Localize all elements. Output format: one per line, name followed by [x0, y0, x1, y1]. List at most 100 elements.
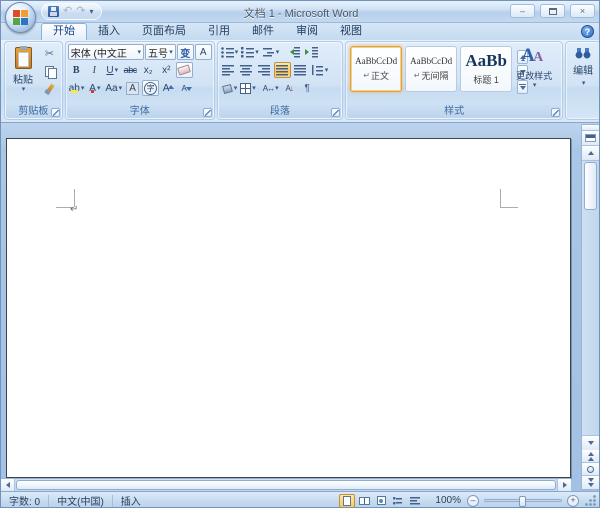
bullets-button[interactable]: ▾ [220, 44, 240, 60]
close-button[interactable]: × [570, 4, 595, 18]
font-size-value: 五号 [148, 48, 168, 60]
align-right-button[interactable] [256, 62, 273, 78]
vertical-scroll-thumb[interactable] [584, 162, 597, 210]
shrink-font-button[interactable]: A [178, 80, 195, 96]
style-card-heading1[interactable]: AaBb 标题 1 [460, 46, 513, 92]
tab-mailings[interactable]: 邮件 [241, 23, 285, 40]
word-count-indicator[interactable]: 字数: 0 [1, 492, 48, 507]
underline-button[interactable]: U ▾ [104, 62, 121, 78]
paragraph-dialog-launcher[interactable] [331, 108, 341, 117]
decrease-indent-button[interactable] [285, 44, 302, 60]
increase-indent-button[interactable] [303, 44, 320, 60]
horizontal-scroll-thumb[interactable] [16, 480, 556, 490]
align-left-button[interactable] [220, 62, 237, 78]
zoom-level[interactable]: 100% [435, 495, 461, 506]
strikethrough-button[interactable]: abc [122, 62, 139, 78]
zoom-in-button[interactable]: + [567, 494, 579, 507]
styles-dialog-launcher[interactable] [551, 108, 561, 117]
ruler-toggle-button[interactable] [582, 131, 599, 146]
grow-font-button[interactable]: A [160, 80, 177, 96]
character-border-button[interactable]: A [194, 44, 212, 60]
borders-button[interactable]: ▾ [239, 80, 257, 96]
sort-button[interactable]: A↓ [281, 80, 298, 96]
asian-layout-button[interactable]: A↔ ▾ [262, 80, 280, 96]
enclose-characters-button[interactable]: 字 [142, 80, 160, 96]
tab-page-layout[interactable]: 页面布局 [131, 23, 197, 40]
zoom-slider-track[interactable] [484, 496, 562, 507]
tab-insert[interactable]: 插入 [87, 23, 131, 40]
style-card-no-spacing[interactable]: AaBbCcDd ↵ 无间隔 [405, 46, 458, 92]
character-border-icon: A [199, 46, 207, 58]
ruler-icon [585, 134, 596, 142]
crop-mark-top-right-h [500, 207, 518, 208]
paragraph-style-marker-icon: ↵ [363, 71, 370, 80]
resize-grip[interactable] [585, 494, 597, 507]
chevron-down-icon [587, 441, 594, 445]
language-indicator[interactable]: 中文(中国) [49, 492, 112, 507]
vertical-scroll-track[interactable] [584, 161, 597, 435]
superscript-button[interactable]: x² [158, 62, 175, 78]
font-color-dropdown-icon: ▾ [96, 84, 101, 92]
draft-view-button[interactable] [407, 494, 423, 508]
distributed-icon [293, 64, 307, 76]
format-painter-button[interactable] [40, 81, 59, 98]
shading-button[interactable]: ▾ [220, 80, 239, 96]
previous-page-button[interactable] [582, 450, 599, 463]
find-binoculars-icon [575, 48, 592, 59]
print-layout-view-button[interactable] [339, 493, 356, 507]
scroll-right-button[interactable] [557, 479, 571, 491]
document-page[interactable]: ↵ [6, 138, 571, 478]
scroll-up-button[interactable] [582, 146, 599, 161]
shrink-font-icon: A [181, 84, 193, 93]
tab-references[interactable]: 引用 [197, 23, 241, 40]
clear-formatting-button[interactable] [175, 62, 193, 78]
minimize-button[interactable]: – [510, 4, 535, 18]
zoom-out-button[interactable]: – [467, 494, 479, 507]
phonetic-guide-button[interactable]: 变 [176, 44, 194, 60]
editing-menu-button[interactable]: 编辑 ▾ [566, 42, 599, 87]
tab-home[interactable]: 开始 [41, 23, 87, 40]
paste-dropdown-icon: ▾ [21, 86, 26, 93]
tab-view[interactable]: 视图 [329, 23, 373, 40]
tab-review[interactable]: 审阅 [285, 23, 329, 40]
web-layout-button[interactable] [373, 494, 389, 508]
style-card-normal[interactable]: AaBbCcDd ↵ 正文 [350, 46, 403, 92]
clipboard-dialog-launcher[interactable] [50, 108, 60, 117]
change-styles-button[interactable]: A A 更改样式 ▾ [511, 45, 557, 105]
borders-grid-icon [240, 82, 252, 94]
next-page-button[interactable] [582, 476, 599, 489]
italic-button[interactable]: I [86, 62, 103, 78]
font-color-button[interactable]: A ▾ [86, 80, 103, 96]
zoom-slider-thumb[interactable] [519, 496, 526, 507]
distributed-button[interactable] [292, 62, 309, 78]
subscript-button[interactable]: x₂ [140, 62, 157, 78]
document-area: ↵ [1, 123, 599, 491]
full-screen-reading-button[interactable] [356, 494, 372, 508]
numbering-button[interactable]: ▾ [240, 44, 260, 60]
outline-view-button[interactable] [390, 494, 406, 508]
change-case-button[interactable]: Aa ▾ [104, 80, 123, 96]
copy-button[interactable] [40, 63, 59, 80]
paste-button[interactable]: 粘贴 ▾ [8, 45, 38, 105]
font-size-combo[interactable]: 五号 ▾ [145, 44, 176, 60]
scroll-left-button[interactable] [1, 479, 15, 491]
line-spacing-button[interactable]: ▾ [310, 62, 330, 78]
show-hide-marks-button[interactable]: ¶ [299, 80, 316, 96]
font-dialog-launcher[interactable] [202, 108, 212, 117]
multilevel-list-button[interactable]: ▾ [261, 44, 281, 60]
help-button[interactable]: ? [581, 25, 594, 38]
bold-button[interactable]: B [68, 62, 85, 78]
select-browse-object-button[interactable] [582, 463, 599, 476]
restore-button[interactable] [540, 4, 565, 18]
character-shading-button[interactable]: A [124, 80, 141, 96]
restore-icon [548, 7, 557, 15]
justify-button[interactable] [273, 62, 291, 78]
cut-button[interactable]: ✂ [40, 45, 59, 62]
insert-mode-indicator[interactable]: 插入 [113, 492, 149, 507]
numbering-dropdown-icon: ▾ [255, 48, 259, 56]
align-center-button[interactable] [238, 62, 255, 78]
scroll-down-button[interactable] [582, 435, 599, 450]
font-name-combo[interactable]: 宋体 (中文正 ▾ [67, 44, 144, 60]
text-highlight-button[interactable]: ab ▾ [68, 80, 86, 96]
office-button[interactable] [5, 2, 36, 33]
